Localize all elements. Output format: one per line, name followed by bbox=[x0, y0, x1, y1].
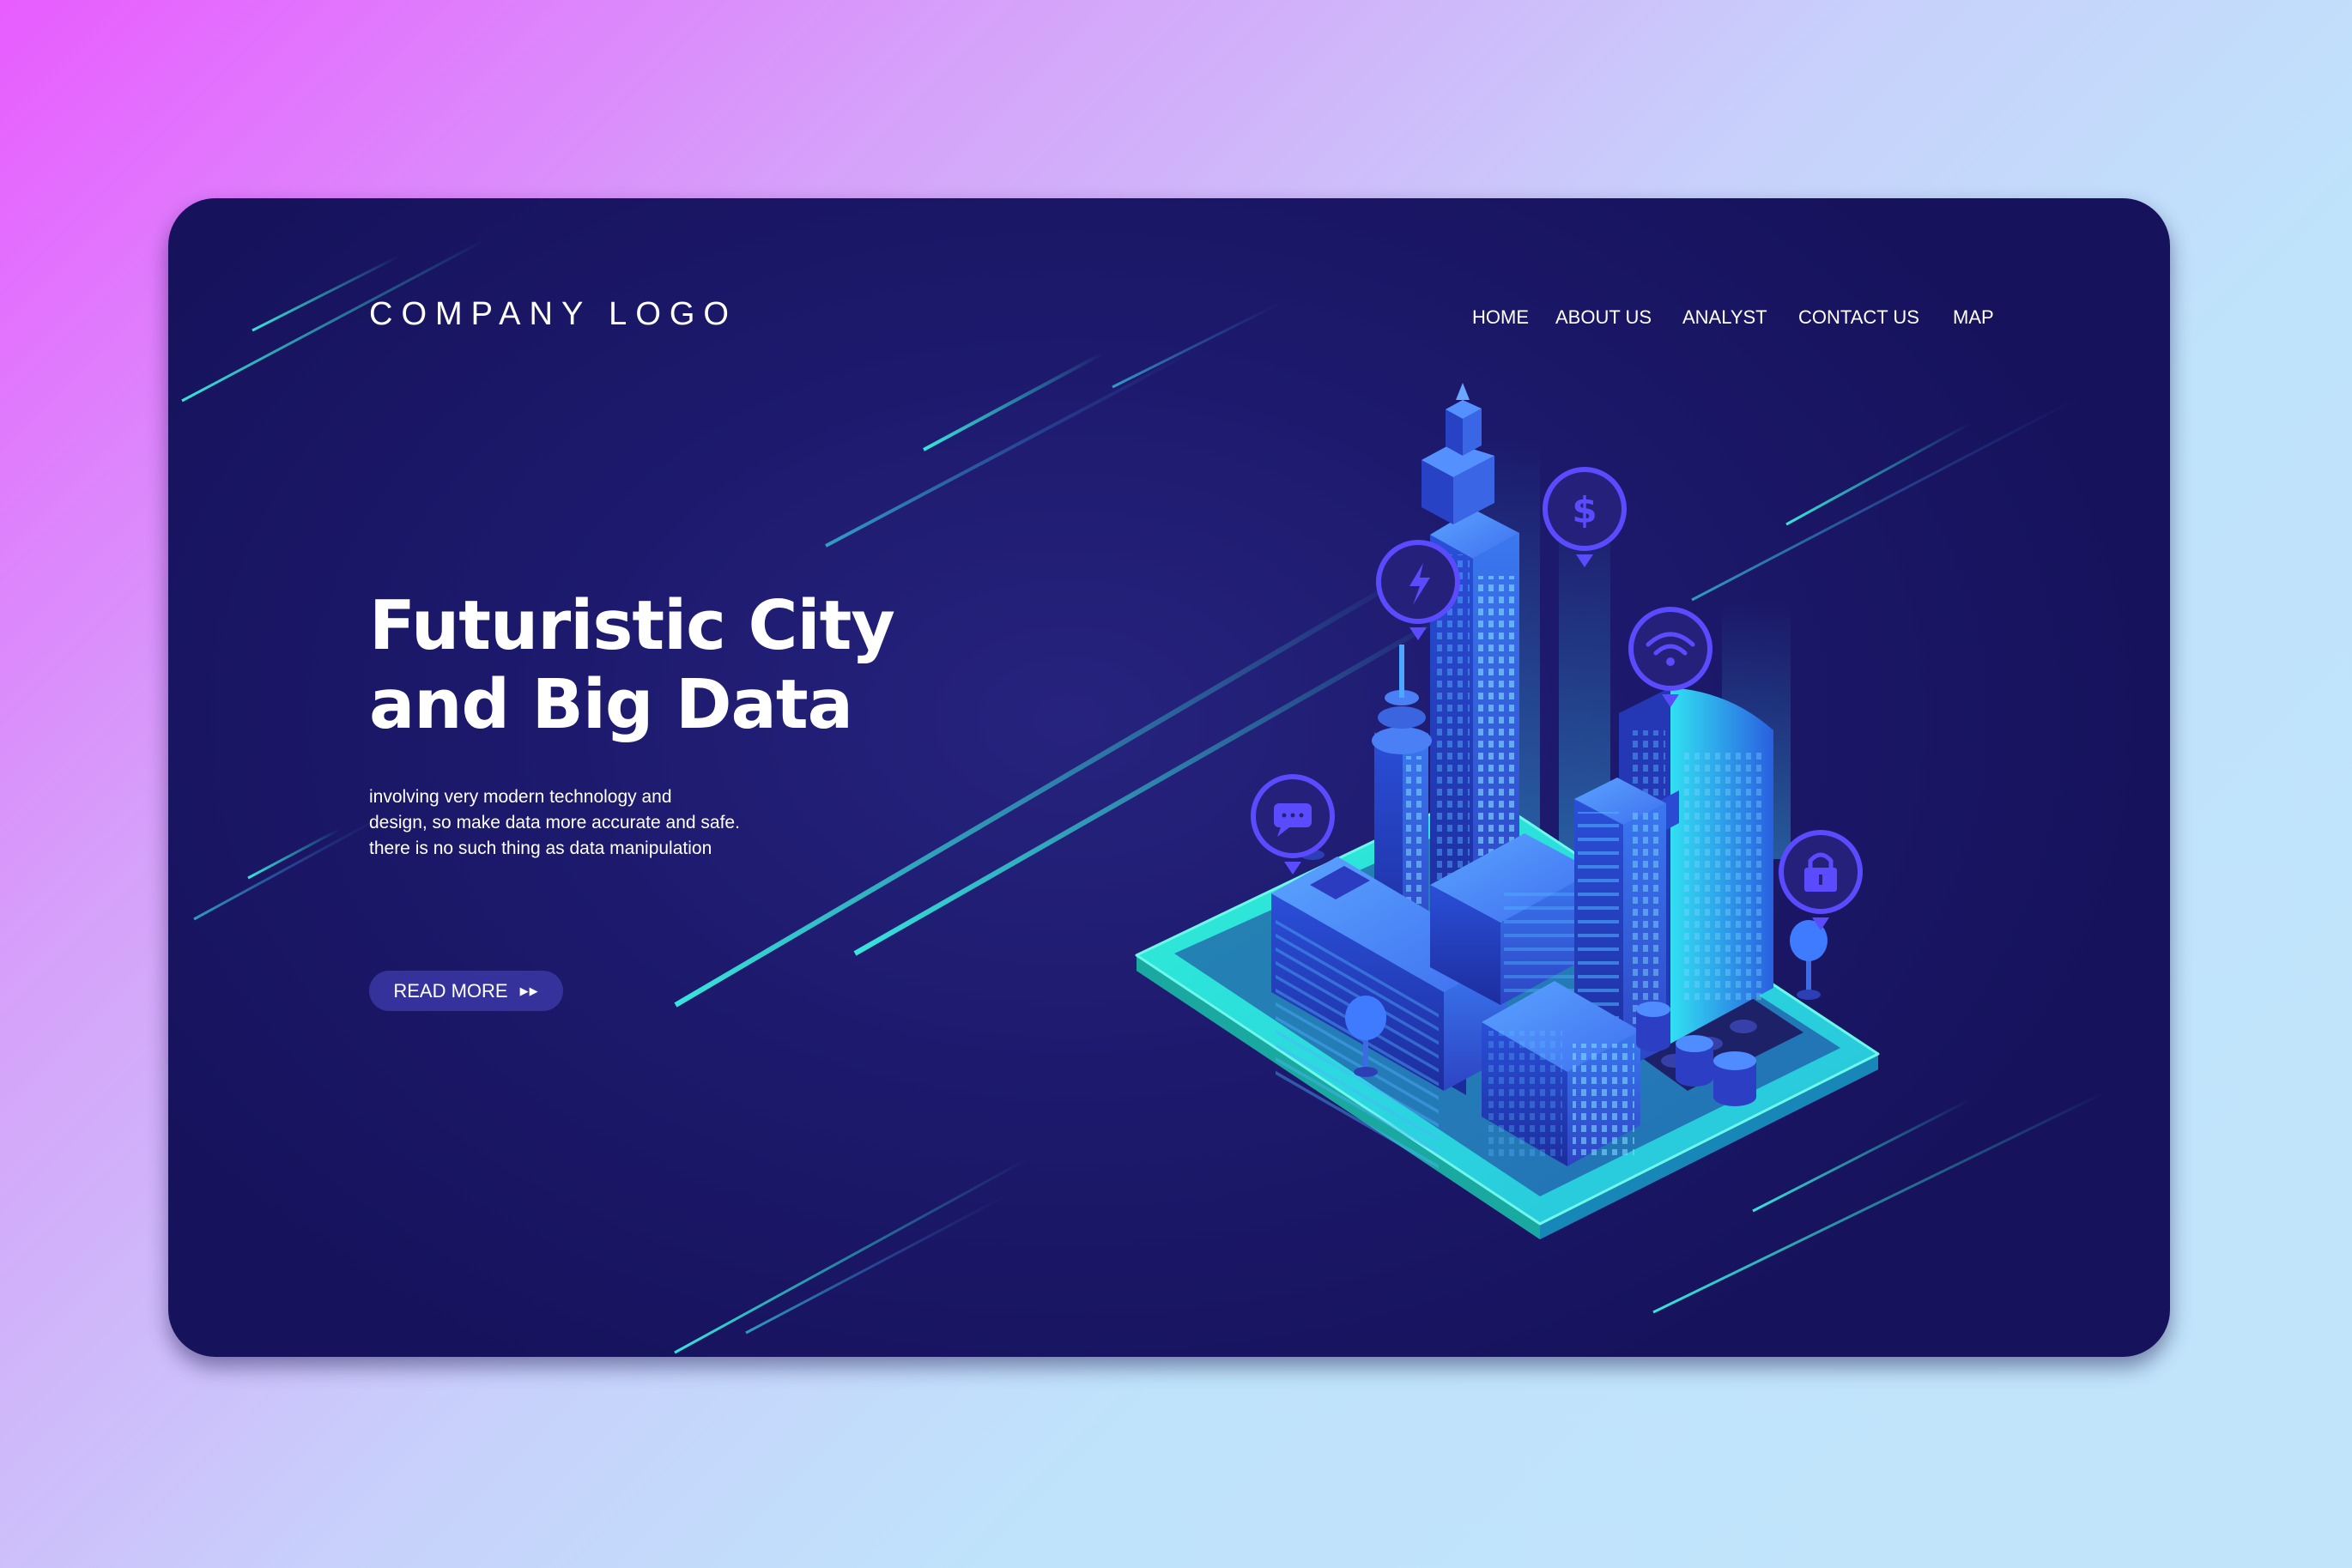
landing-card: COMPANY LOGO HOME ABOUT US ANALYST CONTA… bbox=[168, 198, 2170, 1357]
svg-text:$: $ bbox=[1572, 489, 1597, 531]
chat-icon bbox=[1251, 774, 1335, 875]
lock-icon bbox=[1779, 830, 1863, 930]
isometric-city-illustration: $ bbox=[1135, 383, 1880, 1239]
